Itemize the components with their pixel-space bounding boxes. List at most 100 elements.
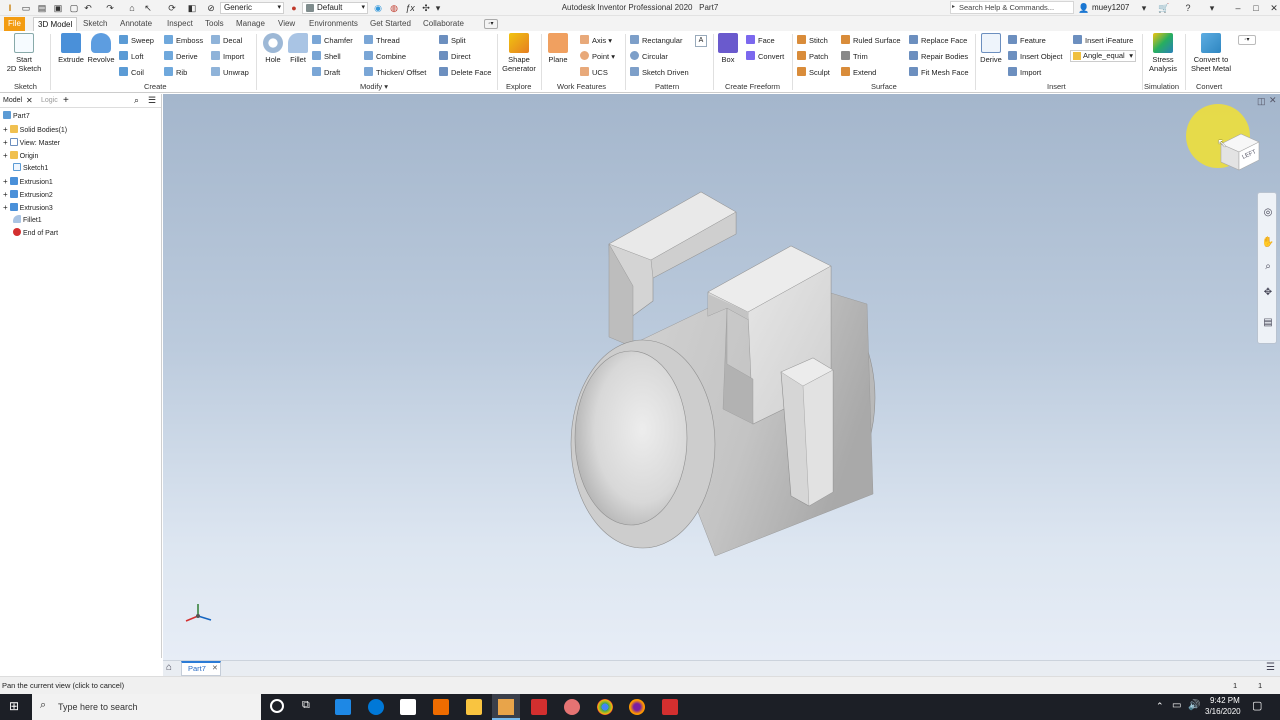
new-file-icon[interactable]: ▭ (20, 2, 32, 14)
vlc-icon[interactable] (433, 699, 449, 715)
network-icon[interactable]: ▭ (1172, 700, 1181, 711)
expand-plus-icon[interactable]: + (3, 190, 8, 199)
task-view-icon[interactable]: ⧉ (302, 699, 310, 712)
thicken-offset-button[interactable]: Thicken/ Offset (364, 67, 426, 79)
fx-icon[interactable]: ƒx (404, 2, 416, 14)
undo-icon[interactable]: ↶ (82, 2, 94, 14)
tab-tools[interactable]: Tools (201, 17, 228, 31)
tab-3d-model[interactable]: 3D Model (33, 17, 78, 31)
part-model[interactable] (570, 191, 876, 557)
face-button[interactable]: Face (746, 35, 775, 47)
fit-mesh-face-button[interactable]: Fit Mesh Face (909, 67, 969, 79)
sculpt-button[interactable]: Sculpt (797, 67, 830, 79)
cortana-icon[interactable] (270, 699, 284, 713)
open-file-icon[interactable]: ▤ (36, 2, 48, 14)
save-as-icon[interactable]: ▢ (68, 2, 80, 14)
tab-sketch[interactable]: Sketch (79, 17, 111, 31)
acrobat-icon[interactable] (662, 699, 678, 715)
tab-options-icon[interactable]: ◦▾ (484, 19, 498, 29)
notifications-icon[interactable]: ▢ (1252, 699, 1262, 712)
document-tab-part7[interactable]: Part7 ✕ (181, 661, 221, 676)
tab-get-started[interactable]: Get Started (366, 17, 415, 31)
user-chevron-icon[interactable]: ▾ (1138, 2, 1150, 14)
tree-item-fillet1[interactable]: Fillet1 (13, 215, 42, 227)
decal-button[interactable]: Decal (211, 35, 242, 47)
close-document-icon[interactable]: ✕ (212, 663, 218, 675)
convert-button[interactable]: Convert (746, 51, 784, 63)
tab-view[interactable]: View (274, 17, 299, 31)
ucs-button[interactable]: UCS (580, 67, 608, 79)
split-button[interactable]: Split (439, 35, 466, 47)
inventor-logo-icon[interactable]: I (4, 2, 16, 14)
graphics-viewport[interactable]: LEFT ◫ ✕ ↖ (163, 94, 1280, 660)
close-icon[interactable]: ✕ (1268, 2, 1280, 14)
user-name[interactable]: muey1207 (1092, 3, 1129, 12)
steering-wheel-icon[interactable]: ◎ (1261, 205, 1275, 219)
ifeature-dropdown[interactable]: Angle_equal ▾ (1070, 50, 1136, 62)
expand-plus-icon[interactable]: + (3, 177, 8, 186)
file-explorer-icon[interactable] (466, 699, 482, 715)
appearance-icon[interactable]: ● (288, 2, 300, 14)
stress-analysis-button[interactable]: Stress Analysis (1146, 33, 1180, 73)
tab-environments[interactable]: Environments (305, 17, 362, 31)
loft-button[interactable]: Loft (119, 51, 144, 63)
orbit-icon[interactable]: ✥ (1261, 285, 1275, 299)
redo-icon[interactable]: ↷ (104, 2, 116, 14)
viewport-close-icon[interactable]: ✕ (1269, 95, 1277, 106)
tab-collaborate[interactable]: Collaborate (419, 17, 468, 31)
import-button[interactable]: Import (211, 51, 244, 63)
thread-button[interactable]: Thread (364, 35, 400, 47)
clock-time[interactable]: 9:42 PM (1210, 696, 1240, 705)
rectangular-pattern-button[interactable]: Rectangular (630, 35, 682, 47)
parameters-icon[interactable]: ✣ (420, 2, 432, 14)
customize-icon[interactable]: ▾ (432, 2, 444, 14)
panel-label-modify[interactable]: Modify ▾ (360, 82, 388, 91)
ribbon-options-icon[interactable]: ◦▾ (1238, 35, 1256, 45)
volume-icon[interactable]: 🔊 (1188, 700, 1200, 711)
convert-to-sheet-metal-button[interactable]: Convert to Sheet Metal (1188, 33, 1234, 73)
search-icon[interactable]: ⌕ (134, 95, 139, 106)
point-button[interactable]: Point ▾ (580, 51, 615, 63)
tab-logic[interactable]: Logic (41, 97, 58, 104)
tree-item-extrusion2[interactable]: + Extrusion2 (3, 189, 53, 201)
ruled-surface-button[interactable]: Ruled Surface (841, 35, 901, 47)
patch-button[interactable]: Patch (797, 51, 828, 63)
material-icon[interactable]: ⊘ (205, 2, 217, 14)
save-icon[interactable]: ▣ (52, 2, 64, 14)
tree-item-extrusion3[interactable]: + Extrusion3 (3, 202, 53, 214)
insert-import-button[interactable]: Import (1008, 67, 1041, 79)
shell-button[interactable]: Shell (312, 51, 341, 63)
tree-item-origin[interactable]: + Origin (3, 150, 38, 162)
user-icon[interactable]: 👤 (1078, 2, 1090, 14)
combine-button[interactable]: Combine (364, 51, 406, 63)
revolve-button[interactable]: Revolve (84, 33, 118, 64)
measure-icon[interactable]: ◧ (186, 2, 198, 14)
pan-icon[interactable]: ✋ (1261, 235, 1275, 249)
view-face-icon[interactable]: ▤ (1261, 315, 1275, 329)
tab-inspect[interactable]: Inspect (163, 17, 197, 31)
rib-button[interactable]: Rib (164, 67, 187, 79)
trim-button[interactable]: Trim (841, 51, 868, 63)
circular-pattern-button[interactable]: Circular (630, 51, 668, 63)
expand-plus-icon[interactable]: + (3, 151, 8, 160)
viewport-restore-icon[interactable]: ◫ (1257, 96, 1266, 107)
autocad-icon[interactable] (531, 699, 547, 715)
close-model-tab-icon[interactable]: ✕ (26, 96, 33, 105)
box-button[interactable]: Box (713, 33, 743, 64)
start-2d-sketch-button[interactable]: Start 2D Sketch (4, 33, 44, 73)
add-browser-tab-icon[interactable]: + (63, 95, 69, 106)
app-icon[interactable] (564, 699, 580, 715)
feature-button[interactable]: Feature (1008, 35, 1046, 47)
fillet-button[interactable]: Fillet (281, 33, 315, 64)
model-canvas[interactable] (163, 94, 1280, 660)
document-menu-icon[interactable]: ☰ (1266, 662, 1275, 673)
tree-item-view-master[interactable]: + View: Master (3, 137, 60, 149)
select-icon[interactable]: ↖ (142, 2, 154, 14)
expand-plus-icon[interactable]: + (3, 138, 8, 147)
cart-icon[interactable]: 🛒 (1158, 2, 1170, 14)
menu-icon[interactable]: ☰ (148, 95, 156, 106)
update-icon[interactable]: ⟳ (166, 2, 178, 14)
insert-ifeature-button[interactable]: Insert iFeature (1073, 35, 1133, 47)
home-tab-icon[interactable]: ⌂ (166, 662, 172, 673)
home-icon[interactable]: ⌂ (126, 2, 138, 14)
